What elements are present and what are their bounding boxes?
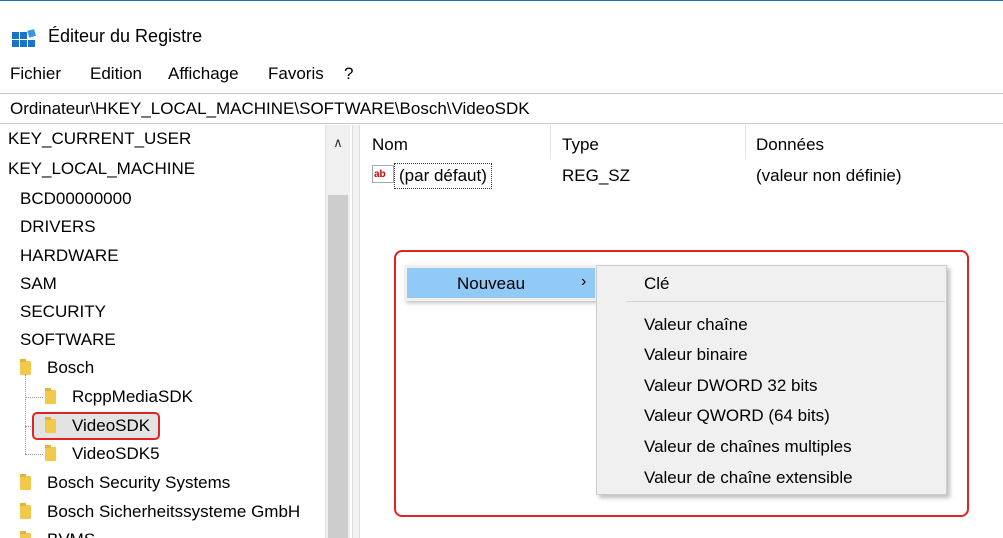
tree-node-label: RcppMediaSDK xyxy=(72,387,193,406)
tree-node-label: SAM xyxy=(20,274,57,293)
menu-affichage[interactable]: Affichage xyxy=(168,64,239,84)
title-bar: Éditeur du Registre xyxy=(0,2,1003,57)
tree-node-bosch-sicherheit[interactable]: Bosch Sicherheitssysteme GmbH xyxy=(20,498,300,526)
column-header-type[interactable]: Type xyxy=(562,135,599,155)
tree-node[interactable]: HARDWARE xyxy=(20,242,119,270)
column-header-donnees[interactable]: Données xyxy=(756,135,824,155)
tree-connector xyxy=(25,397,43,398)
column-separator[interactable] xyxy=(550,125,551,159)
tree-node[interactable]: SECURITY xyxy=(20,298,106,326)
tree-node-bosch[interactable]: Bosch xyxy=(20,354,94,382)
tree-node-rcppmediasdk[interactable]: RcppMediaSDK xyxy=(45,383,193,411)
tree-connector xyxy=(25,374,26,454)
tree-node-label: Bosch xyxy=(47,358,95,377)
tree-node-label: Bosch Sicherheitssysteme GmbH xyxy=(47,502,301,521)
annotation-highlight xyxy=(394,250,969,517)
value-type: REG_SZ xyxy=(562,166,631,185)
tree-node-label: KEY_LOCAL_MACHINE xyxy=(8,159,196,178)
registry-icon xyxy=(12,29,36,47)
tree-node-bosch-security[interactable]: Bosch Security Systems xyxy=(20,469,230,497)
tree-node-label: SECURITY xyxy=(20,302,106,321)
tree-node-label: SOFTWARE xyxy=(20,330,116,349)
tree-node[interactable]: KEY_CURRENT_USER xyxy=(8,125,191,153)
tree-node[interactable]: BCD00000000 xyxy=(20,185,132,213)
folder-icon xyxy=(20,474,31,490)
menu-bar: Fichier Edition Affichage Favoris ? xyxy=(0,59,1003,89)
registry-editor-window: Éditeur du Registre Fichier Edition Affi… xyxy=(0,0,1003,538)
tree-pane[interactable]: KEY_CURRENT_USER KEY_LOCAL_MACHINE BCD00… xyxy=(0,125,350,538)
string-value-icon: ab xyxy=(372,165,394,183)
scroll-thumb[interactable] xyxy=(328,195,348,538)
column-header-nom[interactable]: Nom xyxy=(372,135,408,155)
folder-icon xyxy=(45,388,56,404)
folder-icon xyxy=(45,417,56,433)
tree-node-label: BCD00000000 xyxy=(20,189,132,208)
tree-connector xyxy=(25,454,43,455)
tree-node[interactable]: KEY_LOCAL_MACHINE xyxy=(8,155,195,183)
folder-icon xyxy=(20,503,31,519)
tree-node[interactable]: DRIVERS xyxy=(20,213,96,241)
menu-help[interactable]: ? xyxy=(344,64,353,84)
folder-icon xyxy=(45,445,56,461)
value-data: (valeur non définie) xyxy=(756,166,902,185)
tree-node-label: VideoSDK5 xyxy=(72,444,160,463)
pane-splitter[interactable] xyxy=(352,125,360,538)
tree-node-bvms[interactable]: BVMS xyxy=(20,526,95,538)
tree-node-videosdk[interactable]: VideoSDK xyxy=(45,412,150,440)
tree-node-label: KEY_CURRENT_USER xyxy=(8,129,192,148)
menu-edition[interactable]: Edition xyxy=(90,64,142,84)
menu-fichier[interactable]: Fichier xyxy=(10,64,61,84)
window-title: Éditeur du Registre xyxy=(48,26,203,46)
address-bar[interactable]: Ordinateur\HKEY_LOCAL_MACHINE\SOFTWARE\B… xyxy=(0,93,1003,124)
folder-icon xyxy=(20,359,31,375)
menu-favoris[interactable]: Favoris xyxy=(268,64,324,84)
tree-scrollbar[interactable]: ∧ xyxy=(325,125,350,538)
column-separator[interactable] xyxy=(745,125,746,159)
folder-icon xyxy=(20,531,31,538)
tree-node[interactable]: SOFTWARE xyxy=(20,326,116,354)
tree-node-videosdk5[interactable]: VideoSDK5 xyxy=(45,440,160,468)
tree-node-label: Bosch Security Systems xyxy=(47,473,231,492)
tree-node-label: HARDWARE xyxy=(20,246,119,265)
scroll-up-icon[interactable]: ∧ xyxy=(326,125,350,161)
tree-node-label: DRIVERS xyxy=(20,217,96,236)
address-path[interactable]: Ordinateur\HKEY_LOCAL_MACHINE\SOFTWARE\B… xyxy=(10,99,530,119)
value-name[interactable]: (par défaut) xyxy=(394,163,492,189)
tree-node-label: VideoSDK xyxy=(72,416,151,435)
tree-node[interactable]: SAM xyxy=(20,270,57,298)
